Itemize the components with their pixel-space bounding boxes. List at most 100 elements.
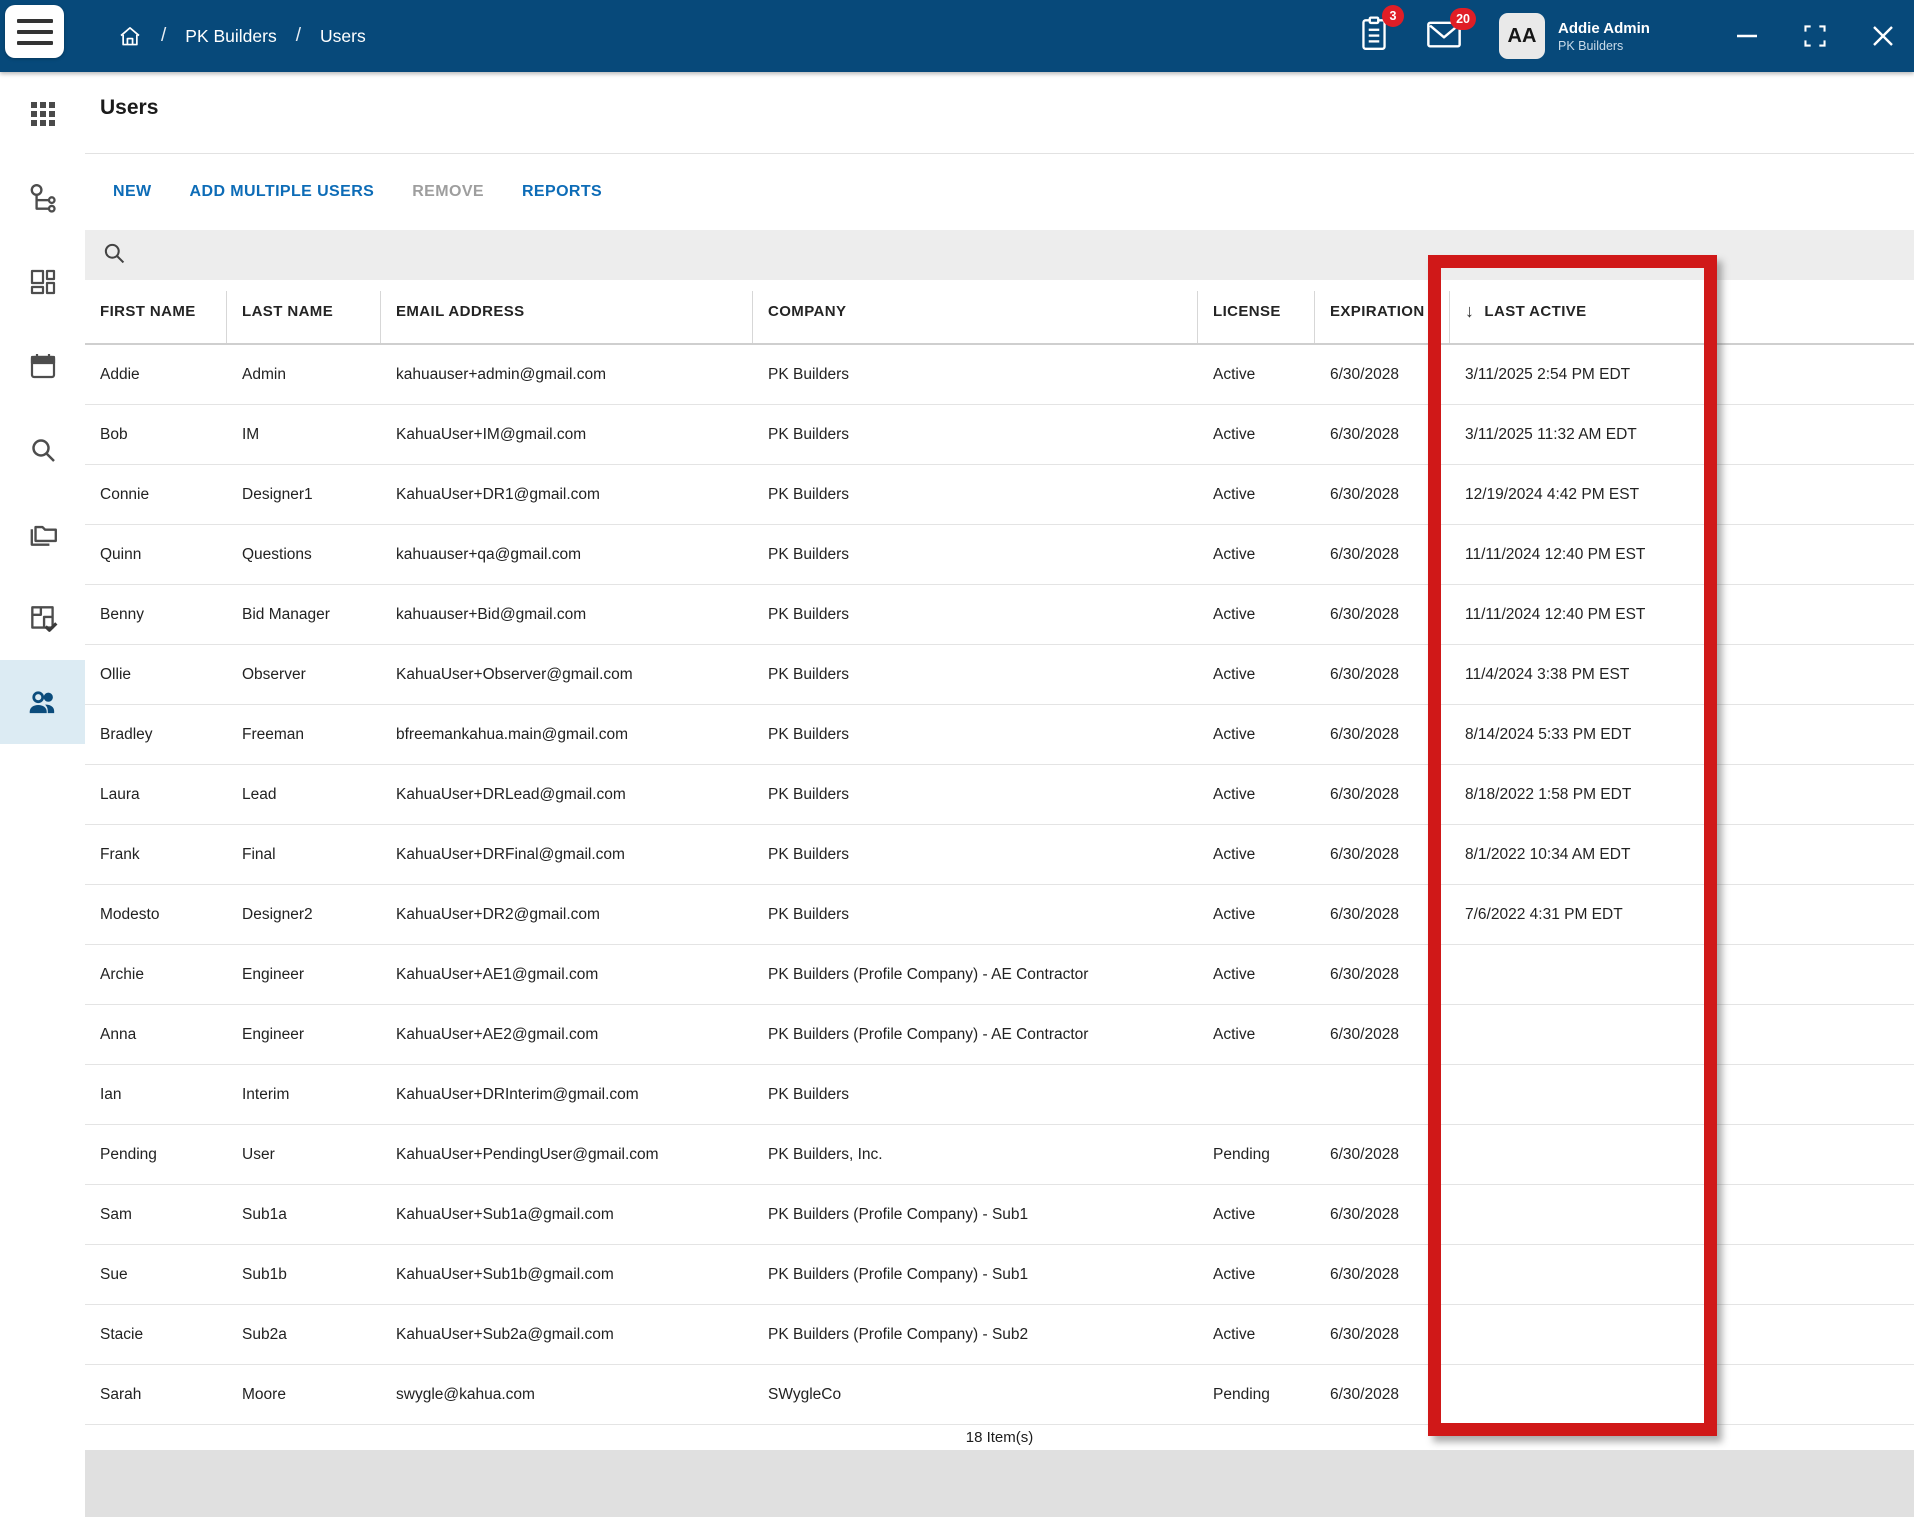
cell-license: Pending (1213, 1385, 1270, 1403)
cell-email: KahuaUser+IM@gmail.com (396, 425, 587, 443)
cell-expiration: 6/30/2028 (1330, 365, 1399, 383)
breadcrumb-project[interactable]: PK Builders (185, 26, 276, 47)
cell-last-name: Engineer (242, 1025, 305, 1043)
table-row[interactable]: Sarah Moore swygle@kahua.com SWygleCo Pendin… (85, 1365, 1914, 1425)
cell-last-active (1450, 1065, 1914, 1124)
cell-email: KahuaUser+DRFinal@gmail.com (396, 845, 625, 863)
hamburger-menu-button[interactable] (5, 5, 64, 58)
messages-button[interactable]: 20 (1425, 7, 1476, 55)
tasks-button[interactable]: 3 (1357, 4, 1404, 58)
cell-last-name: Lead (242, 785, 277, 803)
table-row[interactable]: Sue Sub1b KahuaUser+Sub1b@gmail.com PK Buil… (85, 1245, 1914, 1305)
table-row[interactable]: Modesto Designer2 KahuaUser+DR2@gmail.com P… (85, 885, 1914, 945)
cell-last-active (1450, 1245, 1914, 1304)
cell-first-name: Archie (100, 965, 144, 983)
column-header-last-active[interactable]: ↓ LAST ACTIVE (1450, 280, 1914, 343)
column-label: EXPIRATION (1330, 303, 1425, 320)
cell-email: bfreemankahua.main@gmail.com (396, 725, 628, 743)
table-row[interactable]: Stacie Sub2a KahuaUser+Sub2a@gmail.com PK B… (85, 1305, 1914, 1365)
table-row[interactable]: Quinn Questions kahuauser+qa@gmail.com PK B… (85, 525, 1914, 585)
table-row[interactable]: Bob IM KahuaUser+IM@gmail.com PK Builders Ac… (85, 405, 1914, 465)
table-row[interactable]: Ollie Observer KahuaUser+Observer@gmail.co… (85, 645, 1914, 705)
sidebar-item-workflow[interactable] (0, 156, 85, 240)
maximize-button[interactable] (1802, 23, 1828, 49)
column-header-first-name[interactable]: FIRST NAME (85, 280, 227, 343)
cell-first-name: Benny (100, 605, 144, 623)
reports-button[interactable]: REPORTS (522, 183, 602, 201)
sidebar-item-search[interactable] (0, 408, 85, 492)
cell-last-name: IM (242, 425, 260, 443)
column-header-email-address[interactable]: EMAIL ADDRESS (381, 280, 753, 343)
column-header-last-name[interactable]: LAST NAME (227, 280, 381, 343)
table-row[interactable]: Bradley Freeman bfreemankahua.main@gmail.c… (85, 705, 1914, 765)
cell-email: KahuaUser+DR2@gmail.com (396, 905, 600, 923)
cell-license (1198, 1065, 1315, 1124)
cell-license: Active (1213, 905, 1256, 923)
cell-company: PK Builders (768, 485, 849, 503)
page-title: Users (100, 96, 159, 119)
sidebar-item-users[interactable] (0, 660, 85, 744)
column-header-license[interactable]: LICENSE (1198, 280, 1315, 343)
sidebar-item-punchlist[interactable] (0, 576, 85, 660)
cell-first-name: Modesto (100, 905, 160, 923)
avatar[interactable]: AA (1499, 13, 1545, 59)
cell-company: PK Builders (Profile Company) - Sub2 (768, 1325, 1029, 1343)
cell-expiration: 6/30/2028 (1330, 1145, 1399, 1163)
breadcrumb-separator: / (161, 25, 167, 46)
table-row[interactable]: Sam Sub1a KahuaUser+Sub1a@gmail.com PK Buil… (85, 1185, 1914, 1245)
cell-company: PK Builders (Profile Company) - AE Contr… (768, 965, 1089, 983)
sidebar-item-projects[interactable] (0, 492, 85, 576)
cell-last-active (1450, 1125, 1914, 1184)
people-icon (26, 685, 60, 719)
breadcrumb-separator: / (295, 25, 301, 46)
table-row[interactable]: Anna Engineer KahuaUser+AE2@gmail.com PK Bu… (85, 1005, 1914, 1065)
cell-first-name: Bradley (100, 725, 153, 743)
cell-license: Active (1213, 365, 1256, 383)
table-row[interactable]: Pending User KahuaUser+PendingUser@gmail.c… (85, 1125, 1914, 1185)
new-button[interactable]: NEW (113, 183, 152, 201)
sidebar (0, 72, 85, 1517)
window-controls (1734, 23, 1896, 49)
folders-icon (27, 518, 59, 550)
table-row[interactable]: Laura Lead KahuaUser+DRLead@gmail.com PK Bu… (85, 765, 1914, 825)
cell-email: KahuaUser+DRLead@gmail.com (396, 785, 626, 803)
cell-company: PK Builders (768, 545, 849, 563)
workflow-icon (27, 182, 59, 214)
search-bar[interactable] (85, 230, 1914, 280)
cell-expiration: 6/30/2028 (1330, 1385, 1399, 1403)
user-menu[interactable]: Addie Admin PK Builders (1558, 19, 1708, 54)
column-header-company[interactable]: COMPANY (753, 280, 1198, 343)
table-row[interactable]: Connie Designer1 KahuaUser+DR1@gmail.com PK… (85, 465, 1914, 525)
cell-last-active (1450, 1005, 1914, 1064)
column-label: EMAIL ADDRESS (396, 303, 525, 320)
cell-license: Active (1213, 605, 1256, 623)
cell-license: Active (1213, 1205, 1256, 1223)
cell-first-name: Quinn (100, 545, 142, 563)
cell-company: PK Builders (768, 845, 849, 863)
search-icon (102, 241, 126, 270)
close-button[interactable] (1870, 23, 1896, 49)
cell-last-name: Sub1a (242, 1205, 287, 1223)
cell-last-name: Sub1b (242, 1265, 287, 1283)
sidebar-item-apps[interactable] (0, 72, 85, 156)
cell-license: Active (1213, 1265, 1256, 1283)
table-row[interactable]: Ian Interim KahuaUser+DRInterim@gmail.com P… (85, 1065, 1914, 1125)
sidebar-item-calendar[interactable] (0, 324, 85, 408)
add-multiple-users-button[interactable]: ADD MULTIPLE USERS (190, 183, 375, 201)
table-row[interactable]: Benny Bid Manager kahuauser+Bid@gmail.com P… (85, 585, 1914, 645)
column-header-expiration[interactable]: EXPIRATION (1315, 280, 1450, 343)
remove-button[interactable]: REMOVE (412, 183, 484, 201)
cell-email: swygle@kahua.com (396, 1385, 535, 1403)
cell-last-name: Interim (242, 1085, 290, 1103)
table-row[interactable]: Addie Admin kahuauser+admin@gmail.com PK Bu… (85, 345, 1914, 405)
cell-last-active: 11/4/2024 3:38 PM EST (1465, 665, 1630, 683)
minimize-button[interactable] (1734, 23, 1760, 49)
search-input[interactable] (136, 230, 1914, 280)
sidebar-item-dashboard[interactable] (0, 240, 85, 324)
cell-company: PK Builders (768, 665, 849, 683)
home-icon[interactable] (118, 24, 142, 48)
table-row[interactable]: Archie Engineer KahuaUser+AE1@gmail.com PK … (85, 945, 1914, 1005)
item-count: 18 Item(s) (965, 1429, 1034, 1446)
table-row[interactable]: Frank Final KahuaUser+DRFinal@gmail.com PK … (85, 825, 1914, 885)
cell-first-name: Anna (100, 1025, 137, 1043)
